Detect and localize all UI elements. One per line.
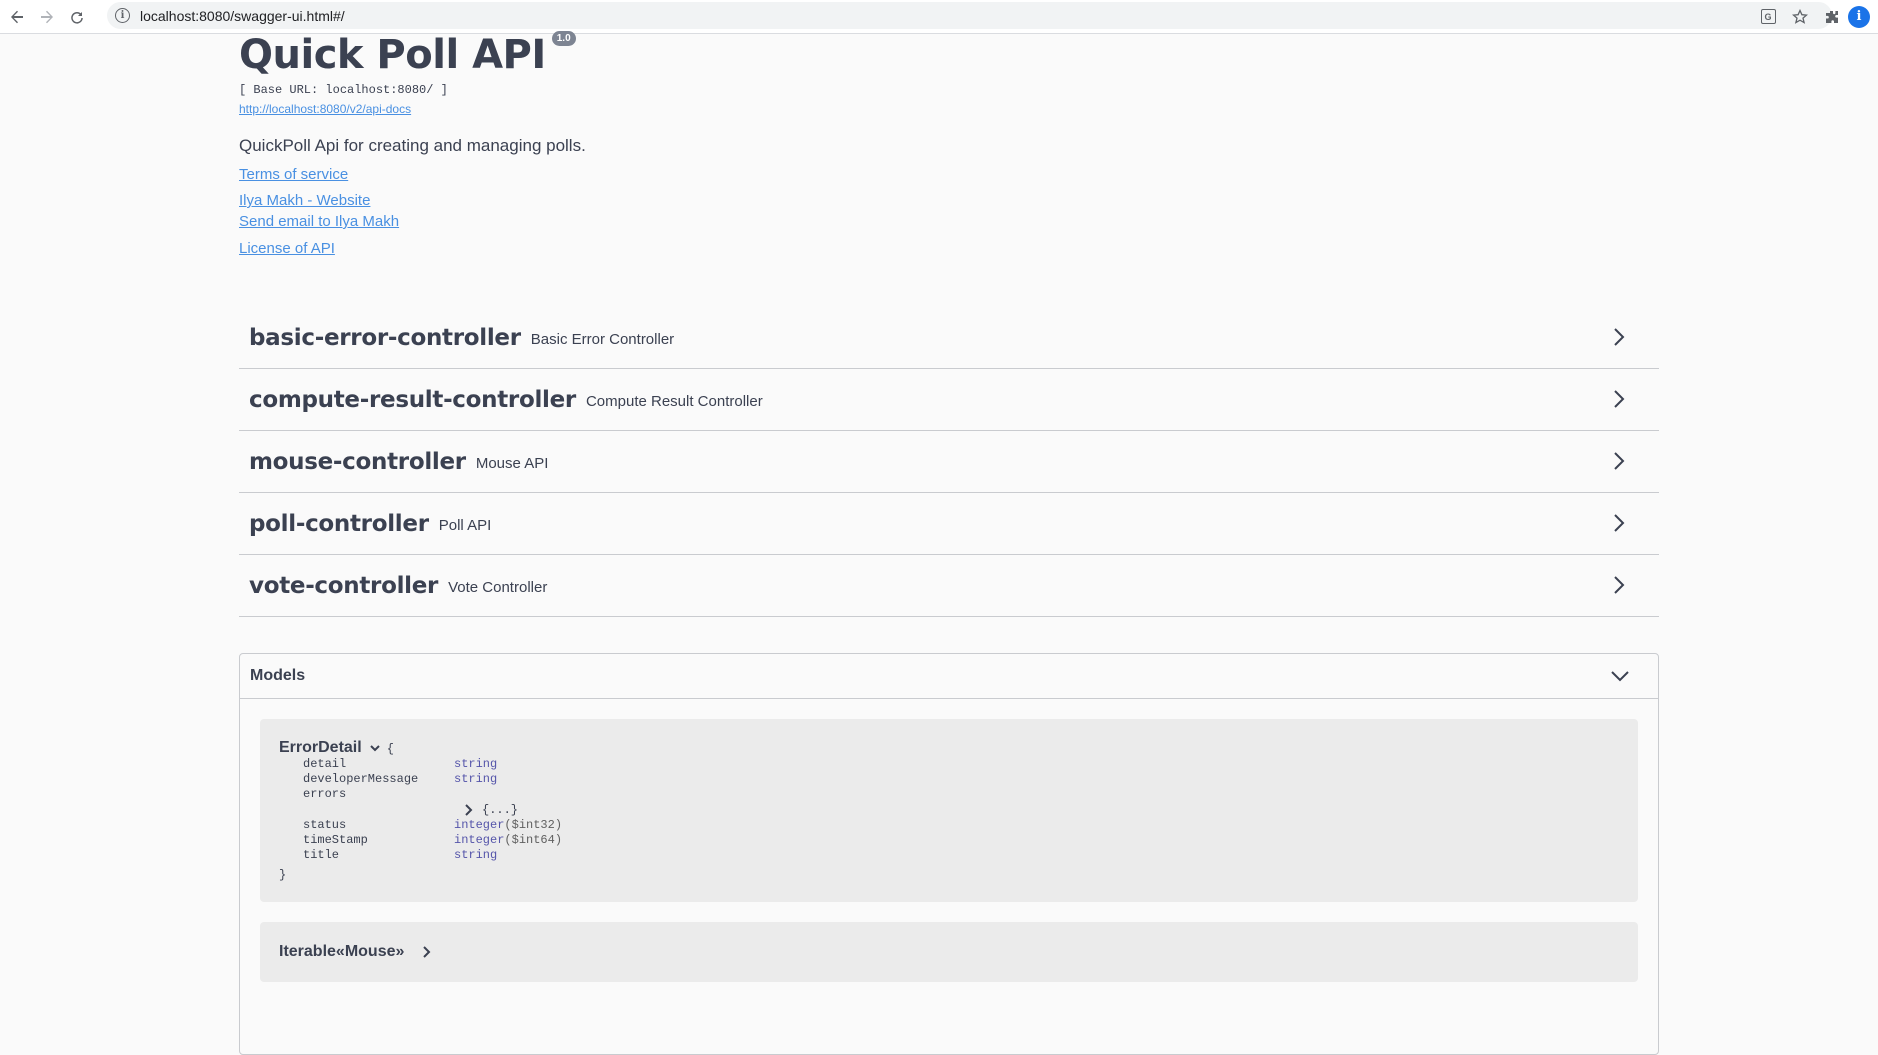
close-brace: } <box>279 868 287 882</box>
tag-description: Basic Error Controller <box>530 330 675 348</box>
chevron-right-icon[interactable] <box>1609 389 1629 409</box>
chevron-right-icon[interactable] <box>464 804 474 816</box>
chevron-right-icon[interactable] <box>1609 575 1629 595</box>
info-icon[interactable]: i <box>115 8 130 23</box>
tag-vote-controller[interactable]: vote-controller Vote Controller <box>239 555 1659 617</box>
model-properties: detail string developerMessage string er… <box>303 757 1619 863</box>
property-row: detail string <box>303 757 1619 772</box>
title-row: Quick Poll API 1.0 <box>239 29 1659 81</box>
tag-description: Vote Controller <box>448 578 548 596</box>
property-type: integer <box>454 833 505 847</box>
forward-arrow-icon[interactable] <box>32 2 62 32</box>
address-bar[interactable]: i localhost:8080/swagger-ui.html#/ <box>107 2 1832 29</box>
property-row: developerMessage string <box>303 772 1619 787</box>
contact-email-link[interactable]: Send email to Ilya Makh <box>239 213 1659 230</box>
models-header[interactable]: Models <box>240 654 1658 699</box>
swagger-info-container: Quick Poll API 1.0 [ Base URL: localhost… <box>239 31 1659 1055</box>
tag-basic-error-controller[interactable]: basic-error-controller Basic Error Contr… <box>239 307 1659 369</box>
contact-website-link[interactable]: Ilya Makh - Website <box>239 192 1659 209</box>
browser-actions: G i <box>1752 0 1878 33</box>
api-description: QuickPoll Api for creating and managing … <box>239 136 586 155</box>
chevron-right-icon[interactable] <box>1609 513 1629 533</box>
license-link[interactable]: License of API <box>239 240 1659 257</box>
property-type: string <box>454 757 498 771</box>
chevron-down-icon[interactable] <box>369 742 381 754</box>
profile-icon[interactable]: i <box>1848 5 1870 28</box>
tag-description: Compute Result Controller <box>585 392 763 410</box>
chevron-right-icon[interactable] <box>1609 451 1629 471</box>
tag-description: Poll API <box>438 516 492 534</box>
property-row: timeStamp integer ($int64) <box>303 833 1619 848</box>
version-badge: 1.0 <box>551 31 576 46</box>
property-name: title <box>303 848 340 862</box>
property-name: detail <box>303 757 347 771</box>
property-format: ($int32) <box>504 818 563 832</box>
open-brace: { <box>386 742 394 756</box>
property-name: timeStamp <box>303 833 368 847</box>
base-url: [ Base URL: localhost:8080/ ] <box>239 83 448 97</box>
property-type: integer <box>454 818 505 832</box>
tag-name: compute-result-controller <box>249 386 576 413</box>
property-format: ($int64) <box>504 833 563 847</box>
tag-name: vote-controller <box>249 572 439 599</box>
model-title-row: ErrorDetail { <box>279 739 1619 757</box>
property-name: status <box>303 818 347 832</box>
star-icon[interactable] <box>1784 2 1816 32</box>
tag-mouse-controller[interactable]: mouse-controller Mouse API <box>239 431 1659 493</box>
chevron-right-icon[interactable] <box>422 946 432 958</box>
model-name[interactable]: ErrorDetail <box>279 739 362 757</box>
model-iterable-mouse[interactable]: Iterable«Mouse» <box>260 922 1638 982</box>
chevron-right-icon[interactable] <box>1609 327 1629 347</box>
tag-name: mouse-controller <box>249 448 466 475</box>
tag-description: Mouse API <box>475 454 549 472</box>
property-name: developerMessage <box>303 772 419 786</box>
property-row: errors <box>303 787 1619 802</box>
reload-icon[interactable] <box>62 2 92 32</box>
url-text[interactable]: localhost:8080/swagger-ui.html#/ <box>140 8 345 24</box>
property-type: string <box>454 772 498 786</box>
property-type: string <box>454 848 498 862</box>
chevron-down-icon[interactable] <box>1610 667 1630 685</box>
property-row: status integer ($int32) <box>303 818 1619 833</box>
property-row: title string <box>303 848 1619 863</box>
models-section: Models ErrorDetail { detail string devel… <box>239 653 1659 1055</box>
tag-name: basic-error-controller <box>249 324 521 351</box>
model-name[interactable]: Iterable«Mouse» <box>279 943 404 961</box>
errors-collapsed-object[interactable]: {...} <box>482 803 518 817</box>
page-title: Quick Poll API <box>239 32 546 78</box>
tag-name: poll-controller <box>249 510 429 537</box>
back-arrow-icon[interactable] <box>2 2 32 32</box>
tag-compute-result-controller[interactable]: compute-result-controller Compute Result… <box>239 369 1659 431</box>
api-docs-link[interactable]: http://localhost:8080/v2/api-docs <box>239 102 1659 116</box>
model-error-detail: ErrorDetail { detail string developerMes… <box>260 719 1638 902</box>
models-title: Models <box>250 667 306 684</box>
property-name: errors <box>303 787 347 801</box>
extensions-icon[interactable] <box>1816 2 1848 32</box>
tag-poll-controller[interactable]: poll-controller Poll API <box>239 493 1659 555</box>
errors-expand-toggle[interactable]: {...} <box>454 803 1619 817</box>
translate-icon[interactable]: G <box>1752 2 1784 32</box>
terms-of-service-link[interactable]: Terms of service <box>239 166 1659 183</box>
tag-list: basic-error-controller Basic Error Contr… <box>239 307 1659 617</box>
